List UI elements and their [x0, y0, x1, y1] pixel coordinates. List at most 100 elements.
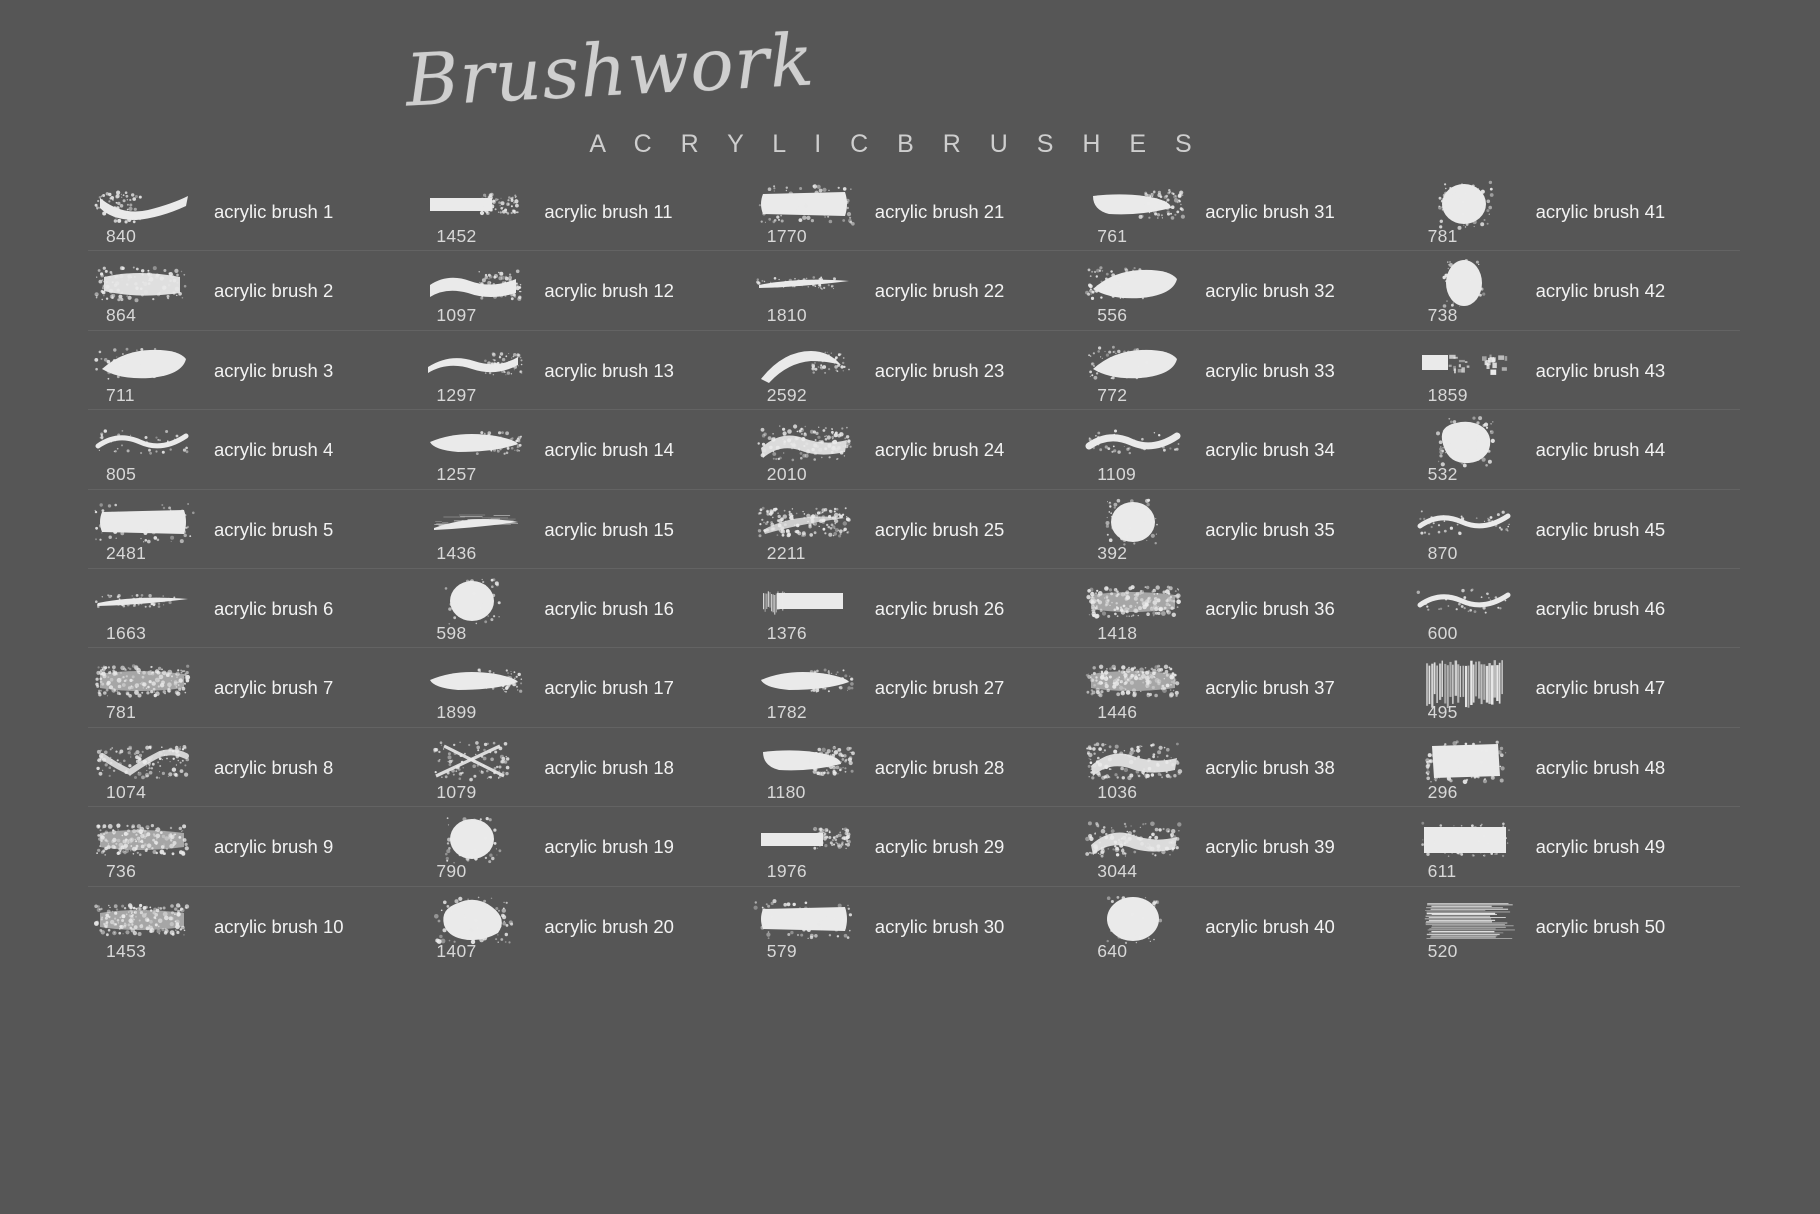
brush-column-2: acrylic brush 11 1452 acrylic brush 12 1097…: [418, 172, 749, 966]
brush-row[interactable]: acrylic brush 33 772: [1079, 331, 1410, 411]
brush-label: acrylic brush 15: [544, 518, 674, 540]
brush-column-3: acrylic brush 21 1770 acrylic brush 22 1810…: [748, 172, 1080, 966]
brush-size-value: 790: [436, 861, 467, 882]
brush-stroke-preview-icon: [88, 494, 196, 550]
brush-row[interactable]: acrylic brush 17 1899: [418, 648, 749, 728]
brush-label: acrylic brush 45: [1535, 518, 1666, 540]
brush-stroke-preview-icon: [1410, 573, 1518, 629]
brush-size-value: 1859: [1427, 384, 1468, 405]
brush-row[interactable]: acrylic brush 13 1297: [418, 331, 749, 411]
brush-row[interactable]: acrylic brush 18 1079: [418, 728, 749, 808]
brush-stroke-preview-icon: [1079, 176, 1187, 232]
brush-row[interactable]: acrylic brush 27 1782: [748, 648, 1080, 728]
brush-row[interactable]: acrylic brush 14 1257: [418, 410, 749, 490]
brush-stroke-preview-icon: [88, 811, 196, 867]
brush-size-value: 1036: [1097, 781, 1138, 802]
brush-size-value: 520: [1427, 941, 1458, 962]
brush-row[interactable]: acrylic brush 6 1663: [88, 569, 419, 649]
brush-stroke-preview-icon: [1079, 255, 1187, 311]
brush-label: acrylic brush 25: [874, 518, 1005, 540]
brush-row[interactable]: acrylic brush 25 2211: [748, 490, 1080, 569]
brush-row[interactable]: acrylic brush 41 781: [1409, 172, 1740, 252]
brush-row[interactable]: acrylic brush 29 1976: [748, 807, 1080, 887]
page-subtitle: A C R Y L I C B R U S H E S: [589, 130, 1203, 158]
brush-size-value: 772: [1097, 384, 1128, 405]
brush-label: acrylic brush 2: [214, 280, 334, 302]
brush-row[interactable]: acrylic brush 32 556: [1079, 251, 1410, 331]
brush-size-value: 2010: [766, 464, 807, 485]
brush-size-value: 781: [106, 702, 137, 723]
brush-row[interactable]: acrylic brush 16 598: [418, 569, 749, 649]
brush-size-value: 738: [1427, 305, 1458, 326]
brush-row[interactable]: acrylic brush 19 790: [418, 807, 749, 887]
brush-row[interactable]: acrylic brush 42 738: [1409, 251, 1740, 331]
brush-row[interactable]: acrylic brush 9 736: [88, 807, 419, 887]
brush-row[interactable]: acrylic brush 12 1097: [418, 251, 749, 331]
brush-row[interactable]: acrylic brush 31 761: [1079, 172, 1410, 252]
brush-label: acrylic brush 46: [1535, 597, 1666, 619]
brush-row[interactable]: acrylic brush 48 296: [1409, 728, 1740, 808]
brush-row[interactable]: acrylic brush 34 1109: [1079, 410, 1410, 490]
brush-row[interactable]: acrylic brush 21 1770: [748, 172, 1080, 252]
brush-row[interactable]: acrylic brush 36 1418: [1079, 569, 1410, 649]
brush-row[interactable]: acrylic brush 44 532: [1409, 410, 1740, 490]
brush-row[interactable]: acrylic brush 40 640: [1079, 887, 1409, 966]
brush-label: acrylic brush 20: [544, 915, 674, 937]
brush-label: acrylic brush 30: [874, 915, 1005, 937]
brush-size-value: 1079: [436, 781, 477, 802]
brush-row[interactable]: acrylic brush 4 805: [88, 410, 419, 490]
brush-size-value: 1663: [106, 622, 147, 643]
brush-size-value: 1782: [766, 702, 807, 723]
brush-grid: acrylic brush 1 840 acrylic brush 2 864 acry…: [88, 172, 1740, 966]
brush-label: acrylic brush 11: [544, 201, 673, 222]
brush-label: acrylic brush 28: [874, 756, 1005, 778]
brush-row[interactable]: acrylic brush 35 392: [1079, 490, 1410, 569]
brush-row[interactable]: acrylic brush 24 2010: [748, 410, 1080, 490]
brush-row[interactable]: acrylic brush 37 1446: [1079, 648, 1410, 728]
brush-row[interactable]: acrylic brush 3 711: [88, 331, 419, 411]
brush-row[interactable]: acrylic brush 45 870: [1409, 490, 1740, 569]
brush-label: acrylic brush 40: [1205, 915, 1335, 937]
brush-label: acrylic brush 7: [214, 677, 334, 699]
brush-size-value: 611: [1427, 861, 1457, 882]
brush-stroke-preview-icon: [1079, 494, 1187, 550]
brush-row[interactable]: acrylic brush 43 1859: [1409, 331, 1740, 411]
brush-row[interactable]: acrylic brush 50 520: [1410, 887, 1740, 966]
brush-row[interactable]: acrylic brush 49 611: [1409, 807, 1740, 887]
brush-row[interactable]: acrylic brush 5 2481: [88, 490, 419, 569]
brush-row[interactable]: acrylic brush 15 1436: [418, 490, 749, 569]
brush-row[interactable]: acrylic brush 1 840: [88, 172, 419, 252]
brush-size-value: 1453: [106, 941, 147, 962]
brush-stroke-preview-icon: [1079, 573, 1187, 629]
brush-row[interactable]: acrylic brush 10 1453: [88, 887, 418, 966]
brush-row[interactable]: acrylic brush 38 1036: [1079, 728, 1410, 808]
brush-stroke-preview-icon: [88, 573, 196, 629]
brush-stroke-preview-icon: [1410, 891, 1518, 947]
brush-row[interactable]: acrylic brush 28 1180: [748, 728, 1080, 808]
brush-size-value: 495: [1427, 702, 1458, 723]
brush-row[interactable]: acrylic brush 23 2592: [748, 331, 1080, 411]
brush-stroke-preview-icon: [418, 414, 526, 470]
brush-label: acrylic brush 43: [1535, 359, 1666, 381]
brush-size-value: 532: [1427, 464, 1458, 485]
brush-row[interactable]: acrylic brush 7 781: [88, 648, 419, 728]
brush-stroke-preview-icon: [749, 255, 857, 311]
brush-size-value: 2592: [766, 384, 807, 405]
brush-row[interactable]: acrylic brush 47 495: [1409, 648, 1740, 728]
brush-label: acrylic brush 32: [1205, 280, 1335, 302]
brush-row[interactable]: acrylic brush 30 579: [749, 887, 1079, 966]
brush-stroke-preview-icon: [1410, 335, 1518, 391]
brush-row[interactable]: acrylic brush 22 1810: [748, 251, 1080, 331]
brush-row[interactable]: acrylic brush 8 1074: [88, 728, 419, 808]
page-header: Brushwork A C R Y L I C B R U S H E S: [0, 0, 1820, 176]
brush-row[interactable]: acrylic brush 2 864: [88, 251, 419, 331]
brush-row[interactable]: acrylic brush 11 1452: [418, 172, 749, 252]
brush-stroke-preview-icon: [88, 414, 196, 470]
brush-label: acrylic brush 33: [1205, 359, 1335, 381]
brush-row[interactable]: acrylic brush 26 1376: [748, 569, 1080, 649]
brush-row[interactable]: acrylic brush 20 1407: [418, 887, 748, 966]
brush-row[interactable]: acrylic brush 46 600: [1409, 569, 1740, 649]
brush-row[interactable]: acrylic brush 39 3044: [1079, 807, 1410, 887]
brush-size-value: 2481: [106, 543, 147, 564]
brush-size-value: 1257: [436, 464, 477, 485]
